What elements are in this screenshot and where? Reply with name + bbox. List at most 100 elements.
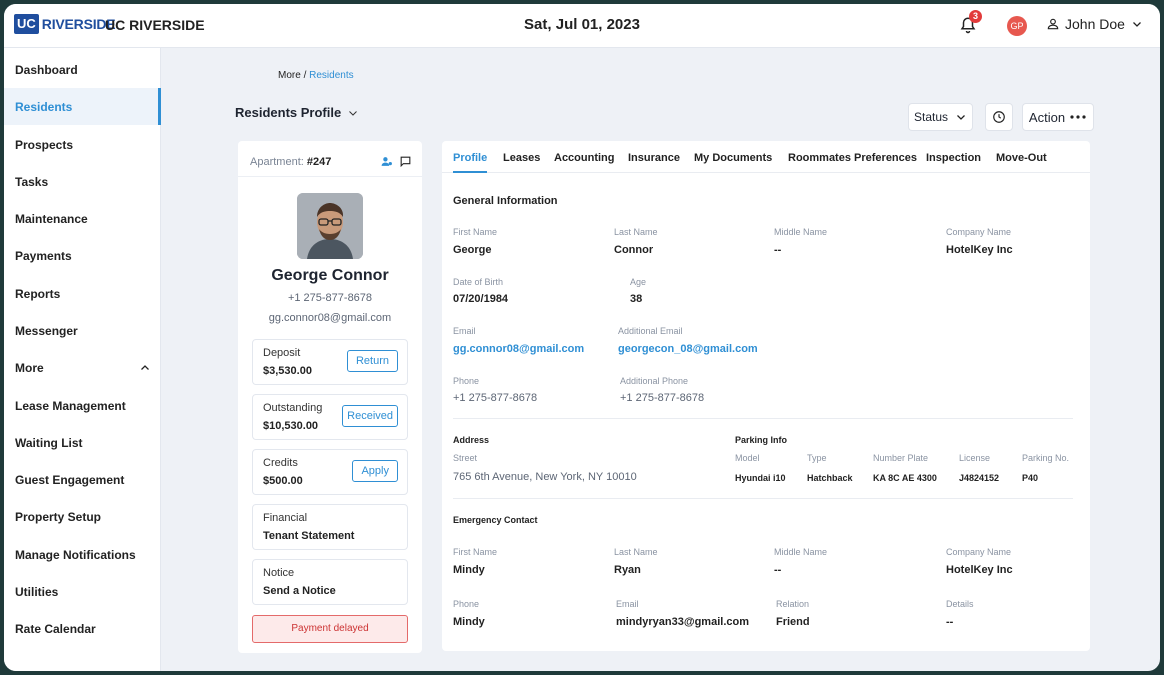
model-value: Hyundai i10	[735, 473, 786, 483]
tab-accounting[interactable]: Accounting	[554, 152, 615, 164]
chat-icon[interactable]	[399, 155, 412, 168]
parking-info-title: Parking Info	[735, 435, 788, 445]
divider	[453, 418, 1073, 419]
status-label: Status	[913, 110, 949, 124]
notifications-button[interactable]: 3	[959, 10, 982, 36]
property-avatar[interactable]: GP	[1007, 16, 1027, 36]
sidebar: Dashboard Residents Prospects Tasks Main…	[4, 48, 161, 671]
first-name-label: First Name	[453, 227, 498, 237]
sidebar-item-tasks[interactable]: Tasks	[4, 163, 161, 200]
tab-profile[interactable]: Profile	[453, 152, 487, 164]
tab-move-out[interactable]: Move-Out	[996, 152, 1047, 164]
sidebar-item-property-setup[interactable]: Property Setup	[4, 498, 161, 535]
sidebar-item-label: Residents	[15, 99, 73, 114]
user-menu[interactable]: John Doe	[1046, 16, 1148, 32]
resident-name: George Connor	[271, 267, 389, 284]
resident-icon[interactable]	[380, 155, 393, 168]
sidebar-item-label: Rate Calendar	[15, 621, 96, 636]
additional-email-link[interactable]: georgecon_08@gmail.com	[618, 343, 758, 355]
apply-button[interactable]: Apply	[352, 460, 398, 482]
credits-box: Credits $500.00 Apply	[252, 449, 408, 495]
sidebar-item-reports[interactable]: Reports	[4, 275, 161, 312]
logo[interactable]: UC RIVERSIDE	[14, 14, 116, 34]
ec-phone-label: Phone	[453, 599, 480, 609]
app-window: UC RIVERSIDE UC RIVERSIDE Sat, Jul 01, 2…	[4, 4, 1160, 671]
sidebar-item-dashboard[interactable]: Dashboard	[4, 51, 161, 88]
ec-details-label: Details	[946, 599, 974, 609]
phone-value: +1 275-877-8678	[453, 392, 538, 404]
sidebar-item-maintenance[interactable]: Maintenance	[4, 200, 161, 237]
breadcrumb-current[interactable]: Residents	[309, 70, 353, 81]
apartment-number: #247	[306, 156, 332, 168]
received-button[interactable]: Received	[342, 405, 398, 427]
last-name-label: Last Name	[614, 227, 658, 237]
email-label: Email	[453, 326, 476, 336]
last-name-value: Connor	[614, 244, 654, 256]
type-label: Type	[807, 453, 827, 463]
credits-label: Credits	[263, 457, 298, 469]
chevron-down-icon	[1132, 22, 1141, 27]
status-dropdown[interactable]: Status	[908, 103, 973, 131]
brand-name: UC RIVERSIDE	[105, 17, 205, 33]
tab-roommates-preferences[interactable]: Roommates Preferences	[788, 152, 917, 164]
tab-my-documents[interactable]: My Documents	[694, 152, 772, 164]
sidebar-item-guest-engagement[interactable]: Guest Engagement	[4, 461, 161, 498]
resident-email: gg.connor08@gmail.com	[268, 312, 392, 324]
sidebar-item-waiting-list[interactable]: Waiting List	[4, 424, 161, 461]
additional-phone-label: Additional Phone	[620, 376, 689, 386]
ec-middle-name-label: Middle Name	[774, 547, 828, 557]
action-label: Action	[1028, 109, 1066, 125]
resident-photo	[297, 193, 363, 259]
ec-company-name-value: HotelKey Inc	[946, 564, 1013, 576]
history-button[interactable]	[985, 103, 1013, 131]
send-notice-link[interactable]: Send a Notice	[263, 585, 336, 597]
breadcrumb-parent[interactable]: More	[278, 70, 301, 81]
street-label: Street	[453, 453, 478, 463]
apartment-label: Apartment: #247	[250, 156, 332, 168]
dob-label: Date of Birth	[453, 277, 504, 287]
user-icon	[1047, 18, 1059, 30]
sidebar-item-manage-notifications[interactable]: Manage Notifications	[4, 536, 161, 573]
apartment-header: Apartment: #247	[238, 145, 422, 177]
chevron-down-icon	[957, 115, 965, 120]
payment-delayed-badge: Payment delayed	[252, 615, 408, 643]
ec-middle-name-value: --	[774, 564, 782, 576]
page-title[interactable]: Residents Profile	[235, 105, 359, 120]
financial-box[interactable]: Financial Tenant Statement	[252, 504, 408, 550]
middle-name-label: Middle Name	[774, 227, 828, 237]
sidebar-item-label: Messenger	[15, 323, 78, 338]
sidebar-item-label: Manage Notifications	[15, 547, 136, 562]
sidebar-item-messenger[interactable]: Messenger	[4, 312, 161, 349]
sidebar-item-label: Tasks	[15, 174, 49, 189]
tab-inspection[interactable]: Inspection	[926, 152, 981, 164]
sidebar-item-rate-calendar[interactable]: Rate Calendar	[4, 610, 161, 647]
sidebar-item-residents[interactable]: Residents	[4, 88, 161, 125]
action-menu-button[interactable]: Action	[1022, 103, 1094, 131]
email-link[interactable]: gg.connor08@gmail.com	[453, 343, 584, 355]
profile-panel: Profile Leases Accounting Insurance My D…	[442, 141, 1090, 651]
ec-relation-label: Relation	[776, 599, 810, 609]
sidebar-item-prospects[interactable]: Prospects	[4, 126, 161, 163]
return-button[interactable]: Return	[346, 350, 398, 372]
breadcrumb-separator: /	[300, 70, 310, 81]
sidebar-item-label: Guest Engagement	[15, 472, 125, 487]
sidebar-item-utilities[interactable]: Utilities	[4, 573, 161, 610]
sidebar-item-lease-management[interactable]: Lease Management	[4, 387, 161, 424]
tenant-statement-link[interactable]: Tenant Statement	[263, 530, 354, 542]
deposit-box: Deposit $3,530.00 Return	[252, 339, 408, 385]
sidebar-item-label: Lease Management	[15, 398, 126, 413]
sidebar-item-label: Property Setup	[15, 509, 102, 524]
ec-first-name-value: Mindy	[453, 564, 485, 576]
additional-email-label: Additional Email	[618, 326, 683, 336]
sidebar-item-label: Dashboard	[15, 62, 78, 77]
ec-company-name-label: Company Name	[946, 547, 1012, 557]
tab-insurance[interactable]: Insurance	[628, 152, 680, 164]
more-horizontal-icon	[1070, 115, 1086, 119]
notice-box[interactable]: Notice Send a Notice	[252, 559, 408, 605]
ec-last-name-value: Ryan	[614, 564, 641, 576]
sidebar-item-more[interactable]: More	[4, 349, 161, 386]
tab-leases[interactable]: Leases	[503, 152, 540, 164]
notice-label: Notice	[263, 567, 295, 579]
sidebar-item-payments[interactable]: Payments	[4, 237, 161, 274]
license-value: J4824152	[959, 473, 1000, 483]
